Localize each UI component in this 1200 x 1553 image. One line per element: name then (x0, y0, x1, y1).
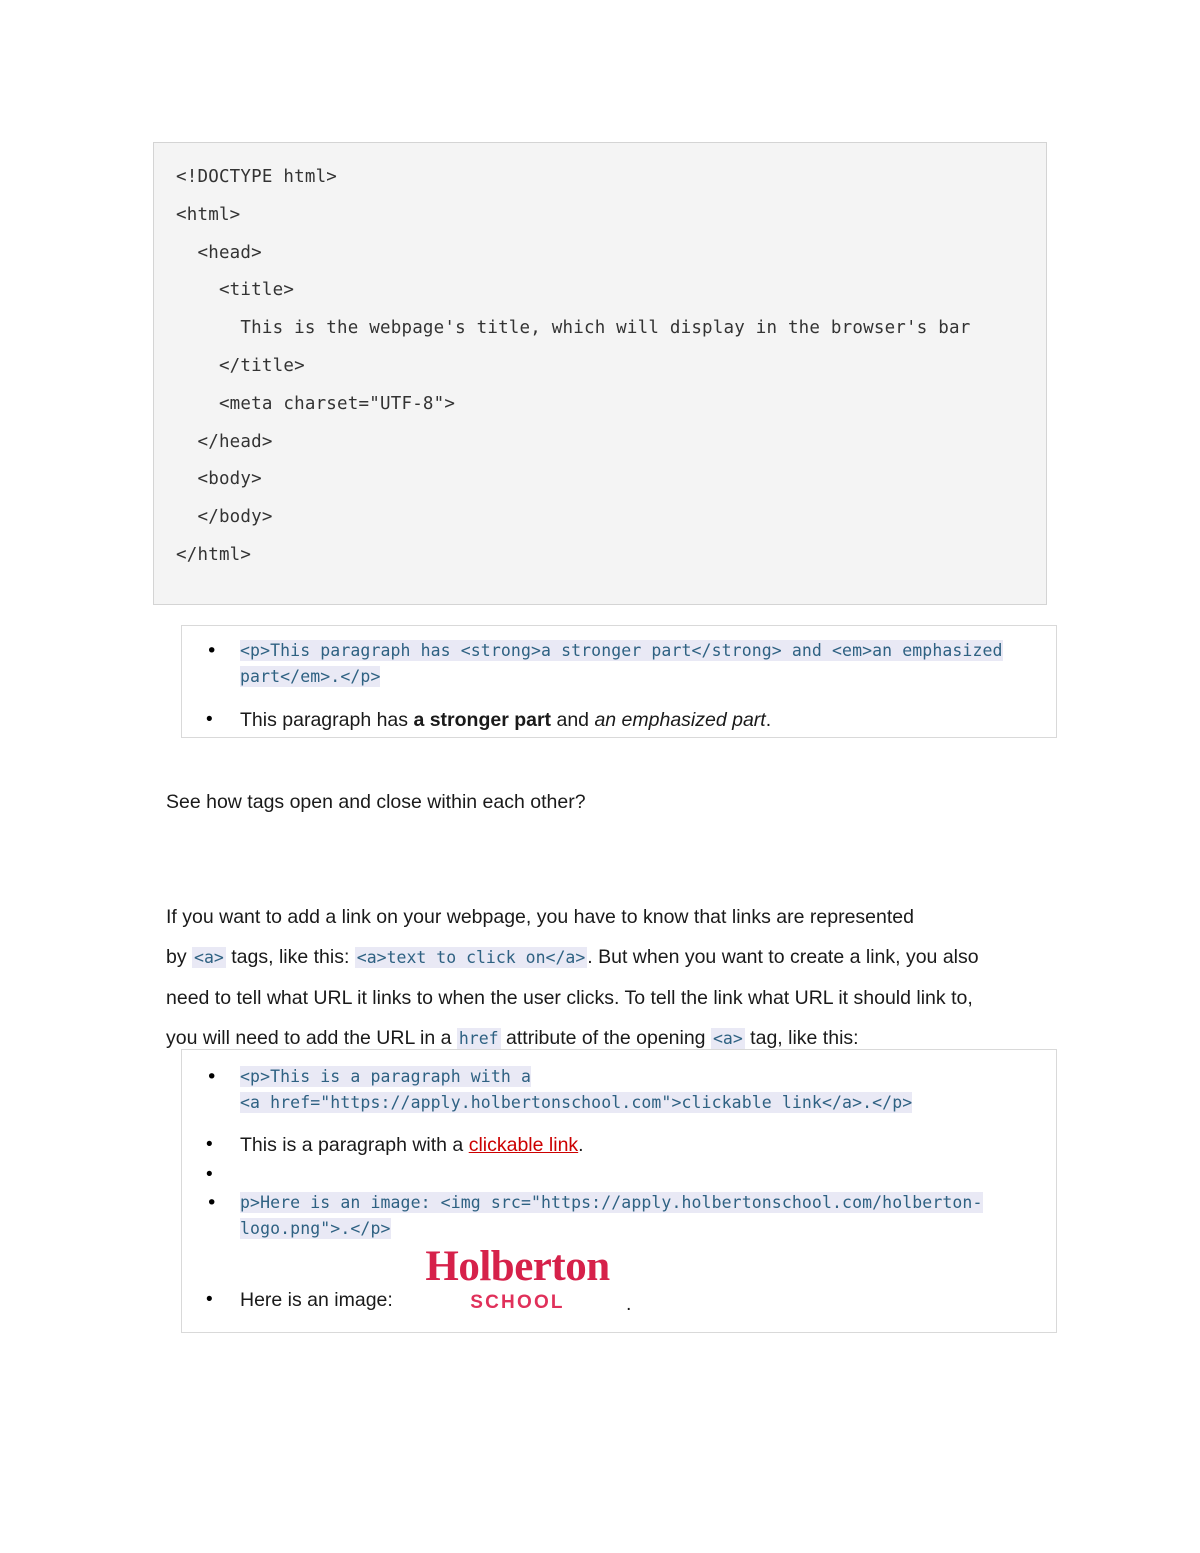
code-line: <meta charset="UTF-8"> (176, 393, 456, 414)
rendered-link-suffix: . (578, 1134, 584, 1156)
list-item: This paragraph has a stronger part and a… (182, 705, 1056, 735)
logo-subtext: SCHOOL (470, 1292, 565, 1313)
paragraph-line-2-a: by (166, 946, 193, 968)
code-line: </head> (176, 431, 273, 452)
rendered-em: an emphasized part (594, 709, 766, 731)
rendered-strong: a stronger part (413, 709, 552, 731)
paragraph-line-1: If you want to add a link on your webpag… (166, 906, 914, 928)
code-line: </title> (176, 355, 305, 376)
list-item-empty (182, 1160, 1056, 1190)
rendered-prefix: This paragraph has (240, 709, 414, 731)
code-line: <body> (176, 469, 262, 490)
rendered-suffix: . (765, 709, 772, 731)
paragraph-line-4-c: tag, like this: (744, 1027, 859, 1049)
inline-code-anchor-example: <a>text to click on</a> (354, 947, 588, 968)
paragraph-line-2-b: tags, like this: (225, 946, 355, 968)
paragraph-line-3: need to tell what URL it links to when t… (166, 987, 973, 1009)
rendered-link-prefix: This is a paragraph with a (240, 1134, 469, 1156)
document-page: <!DOCTYPE html> <html> <head> <title> Th… (0, 0, 1200, 1553)
paragraph-links-intro: If you want to add a link on your webpag… (166, 897, 1056, 1059)
example-box-strong-em: <p>This paragraph has <strong>a stronger… (181, 625, 1057, 738)
paragraph-line-4-b: attribute of the opening (500, 1027, 711, 1049)
inline-code-anchor-tag: <a> (192, 947, 226, 968)
list-item: <p>This is a paragraph with a <a href="h… (182, 1064, 1056, 1116)
rendered-middle: and (551, 709, 595, 731)
logo-wordmark: Holberton (425, 1243, 610, 1290)
code-snippet-link-line2: <a href="https://apply.holbertonschool.c… (240, 1092, 913, 1113)
rendered-image-prefix: Here is an image: (240, 1289, 393, 1311)
html-skeleton-code-block: <!DOCTYPE html> <html> <head> <title> Th… (153, 142, 1047, 605)
list-item: p>Here is an image: <img src="https://ap… (182, 1190, 1056, 1242)
bullet-list: <p>This paragraph has <strong>a stronger… (182, 626, 1056, 735)
clickable-link[interactable]: clickable link (469, 1134, 578, 1156)
paragraph-line-2-c: . But when you want to create a link, yo… (587, 946, 979, 968)
code-snippet-image-line2: logo.png">.</p> (240, 1218, 391, 1239)
paragraph-see-how-tags: See how tags open and close within each … (166, 791, 586, 813)
code-line: <title> (176, 280, 295, 301)
code-line: </body> (176, 507, 273, 528)
code-snippet-strong-em: <p>This paragraph has <strong>a stronger… (240, 640, 1003, 687)
paragraph-line-4-a: you will need to add the URL in a (166, 1027, 457, 1049)
list-item: <p>This paragraph has <strong>a stronger… (182, 638, 1040, 690)
holberton-school-logo: Holberton SCHOOL (415, 1244, 620, 1314)
list-item: This is a paragraph with a clickable lin… (182, 1130, 1056, 1160)
code-line: This is the webpage's title, which will … (176, 318, 971, 339)
code-snippet-image-line1: p>Here is an image: <img src="https://ap… (240, 1192, 983, 1213)
code-line: <!DOCTYPE html> (176, 167, 338, 187)
code-line: <html> (176, 204, 241, 225)
code-line: </html> (176, 544, 252, 565)
inline-code-href: href (456, 1028, 501, 1049)
code-snippet-link-line1: <p>This is a paragraph with a (240, 1066, 531, 1087)
rendered-image-suffix: . (626, 1293, 632, 1315)
code-line: <head> (176, 242, 262, 263)
inline-code-anchor-open: <a> (710, 1028, 745, 1049)
